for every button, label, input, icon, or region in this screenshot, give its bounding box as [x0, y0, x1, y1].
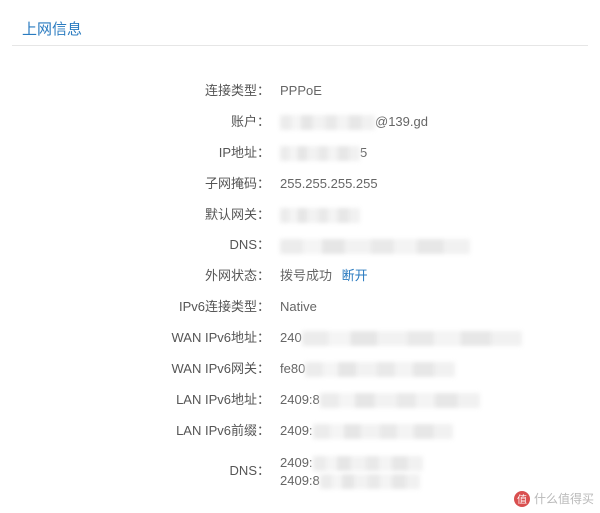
label: 外网状态： — [0, 268, 280, 285]
redacted — [305, 362, 455, 377]
label: 账户： — [0, 114, 280, 131]
value: PPPoE — [280, 83, 600, 100]
redacted — [280, 208, 360, 223]
ip-suffix: 5 — [360, 145, 367, 160]
section-title: 上网信息 — [0, 0, 600, 45]
redacted — [313, 424, 453, 439]
prefix: fe80 — [280, 361, 305, 376]
label: DNS： — [0, 463, 280, 480]
value: 255.255.255.255 — [280, 176, 600, 193]
row-lan-ipv6: LAN IPv6地址： 2409:8 — [0, 385, 600, 416]
redacted — [302, 331, 522, 346]
prefix: 2409:8 — [280, 473, 320, 488]
prefix: 2409: — [280, 423, 313, 438]
label: DNS： — [0, 237, 280, 254]
info-table: 连接类型： PPPoE 账户： @139.gd IP地址： 5 子网掩码： 25… — [0, 46, 600, 497]
label: WAN IPv6地址： — [0, 330, 280, 347]
row-ipv6-type: IPv6连接类型： Native — [0, 292, 600, 323]
row-account: 账户： @139.gd — [0, 107, 600, 138]
watermark-icon: 值 — [514, 491, 530, 507]
prefix: 240 — [280, 330, 302, 345]
redacted — [280, 115, 375, 130]
value: 240 — [280, 330, 600, 347]
row-dns: DNS： — [0, 230, 600, 261]
value: 5 — [280, 145, 600, 162]
row-dns-ipv6: DNS： 2409: 2409:8 — [0, 447, 600, 497]
redacted — [280, 146, 360, 161]
redacted — [320, 474, 420, 489]
label: 默认网关： — [0, 207, 280, 224]
status-text: 拨号成功 — [280, 268, 332, 283]
value: @139.gd — [280, 114, 600, 131]
value — [280, 237, 600, 254]
value: 2409:8 — [280, 392, 600, 409]
value: 2409: 2409:8 — [280, 454, 600, 490]
label: WAN IPv6网关： — [0, 361, 280, 378]
row-default-gateway: 默认网关： — [0, 200, 600, 231]
redacted — [320, 393, 480, 408]
row-subnet-mask: 子网掩码： 255.255.255.255 — [0, 169, 600, 200]
label: 子网掩码： — [0, 176, 280, 193]
account-suffix: @139.gd — [375, 114, 428, 129]
watermark-text: 什么值得买 — [534, 490, 594, 507]
label: LAN IPv6前缀： — [0, 423, 280, 440]
row-wan-ipv6: WAN IPv6地址： 240 — [0, 323, 600, 354]
prefix: 2409: — [280, 455, 313, 470]
value: fe80 — [280, 361, 600, 378]
watermark: 值 什么值得买 — [514, 490, 594, 507]
row-ip: IP地址： 5 — [0, 138, 600, 169]
redacted — [313, 456, 423, 471]
label: 连接类型： — [0, 83, 280, 100]
value: Native — [280, 299, 600, 316]
prefix: 2409:8 — [280, 392, 320, 407]
value: 拨号成功 断开 — [280, 268, 600, 285]
disconnect-link[interactable]: 断开 — [342, 268, 368, 283]
value — [280, 207, 600, 224]
row-connection-type: 连接类型： PPPoE — [0, 76, 600, 107]
label: IPv6连接类型： — [0, 299, 280, 316]
label: LAN IPv6地址： — [0, 392, 280, 409]
row-lan-ipv6-prefix: LAN IPv6前缀： 2409: — [0, 416, 600, 447]
redacted — [280, 239, 470, 254]
label: IP地址： — [0, 145, 280, 162]
row-wan-status: 外网状态： 拨号成功 断开 — [0, 261, 600, 292]
value: 2409: — [280, 423, 600, 440]
row-wan-ipv6-gateway: WAN IPv6网关： fe80 — [0, 354, 600, 385]
